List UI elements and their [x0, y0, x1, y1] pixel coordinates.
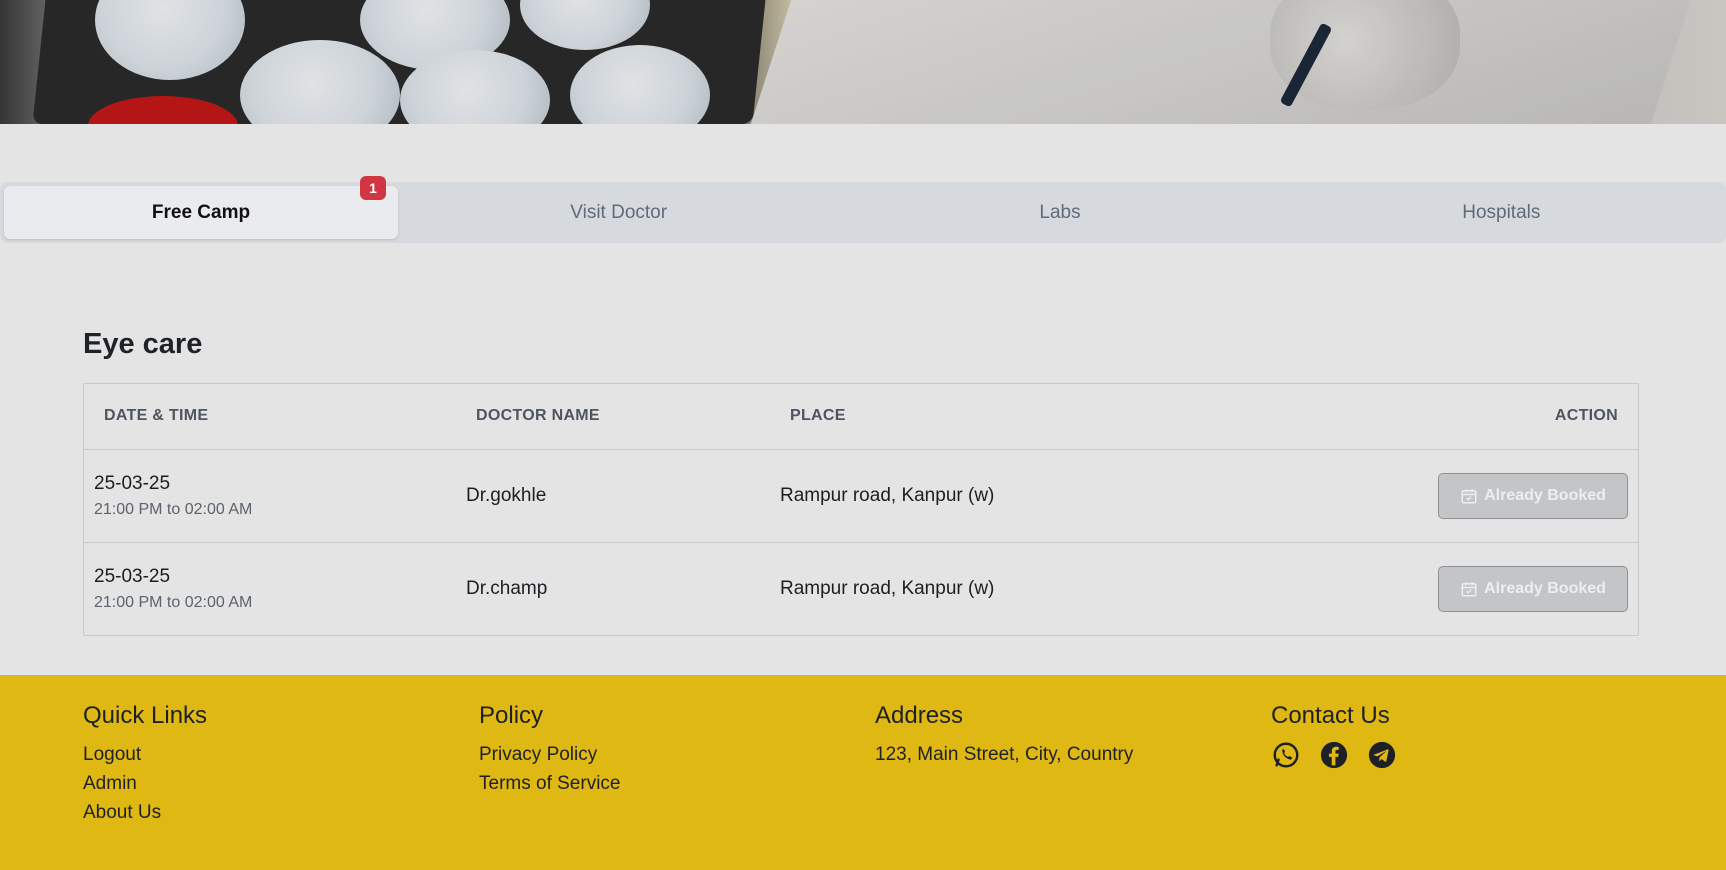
telegram-icon[interactable]: [1367, 740, 1397, 770]
privacy-policy-link[interactable]: Privacy Policy: [479, 740, 620, 769]
tab-hospitals[interactable]: Hospitals: [1281, 186, 1722, 239]
whatsapp-icon[interactable]: [1271, 740, 1301, 770]
camp-date: 25-03-25: [94, 565, 171, 587]
column-header-action: ACTION: [1227, 384, 1638, 450]
column-header-date-time: DATE & TIME: [84, 384, 456, 450]
footer-address: Address 123, Main Street, City, Country: [875, 702, 1133, 769]
section-title: Eye care: [83, 328, 203, 360]
facebook-icon[interactable]: [1319, 740, 1349, 770]
hero-banner-image: [0, 0, 1726, 124]
camp-date: 25-03-25: [94, 472, 171, 494]
calendar-check-icon: [1461, 488, 1477, 503]
footer-heading: Policy: [479, 702, 544, 729]
social-icons: [1271, 740, 1397, 770]
camp-table: DATE & TIME DOCTOR NAME PLACE ACTION 25-…: [83, 383, 1639, 636]
camp-time: 21:00 PM to 02:00 AM: [94, 500, 253, 518]
column-header-place: PLACE: [770, 384, 1228, 450]
table-row: 25-03-25 21:00 PM to 02:00 AM Dr.gokhle …: [84, 449, 1638, 543]
footer: Quick Links Logout Admin About Us Policy…: [0, 675, 1726, 870]
footer-policy: Policy Privacy Policy Terms of Service: [479, 702, 620, 798]
already-booked-button[interactable]: Already Booked: [1438, 565, 1628, 612]
terms-of-service-link[interactable]: Terms of Service: [479, 769, 620, 798]
place-cell: Rampur road, Kanpur (w): [780, 577, 995, 599]
footer-heading: Address: [875, 702, 964, 729]
column-header-doctor-name: DOCTOR NAME: [456, 384, 770, 450]
date-time-cell: 25-03-25 21:00 PM to 02:00 AM: [84, 449, 456, 543]
tab-free-camp[interactable]: Free Camp 1: [4, 176, 398, 239]
tab-label: Visit Doctor: [570, 201, 668, 223]
doctor-name-cell: Dr.champ: [466, 577, 548, 599]
place-cell: Rampur road, Kanpur (w): [770, 449, 1228, 543]
footer-quick-links: Quick Links Logout Admin About Us: [83, 702, 207, 827]
footer-heading: Contact Us: [1271, 702, 1390, 729]
action-cell: Already Booked: [1228, 542, 1638, 635]
action-cell: Already Booked: [1227, 449, 1638, 543]
footer-contact: Contact Us: [1271, 702, 1397, 770]
tab-visit-doctor[interactable]: Visit Doctor: [398, 186, 839, 239]
camp-time: 21:00 PM to 02:00 AM: [94, 593, 253, 611]
notification-badge: 1: [360, 176, 386, 200]
tab-labs[interactable]: Labs: [839, 186, 1280, 239]
footer-heading: Quick Links: [83, 702, 208, 729]
button-label: Already Booked: [1484, 486, 1606, 504]
table-row: 25-03-25 21:00 PM to 02:00 AM Dr.champ R…: [84, 542, 1638, 635]
doctor-name-cell: Dr.gokhle: [456, 449, 770, 543]
logout-link[interactable]: Logout: [83, 740, 207, 769]
tab-label: Labs: [1039, 201, 1081, 223]
already-booked-button[interactable]: Already Booked: [1438, 472, 1628, 519]
button-label: Already Booked: [1484, 579, 1606, 597]
tab-bar: Free Camp 1 Visit Doctor Labs Hospitals: [0, 176, 1726, 243]
address-text: 123, Main Street, City, Country: [875, 744, 1134, 765]
tab-label: Free Camp: [151, 201, 251, 223]
tab-label: Hospitals: [1462, 201, 1541, 223]
date-time-cell: 25-03-25 21:00 PM to 02:00 AM: [84, 542, 456, 635]
table-header-row: DATE & TIME DOCTOR NAME PLACE ACTION: [84, 384, 1638, 450]
admin-link[interactable]: Admin: [83, 769, 207, 798]
calendar-check-icon: [1461, 582, 1477, 597]
about-us-link[interactable]: About Us: [83, 798, 207, 827]
